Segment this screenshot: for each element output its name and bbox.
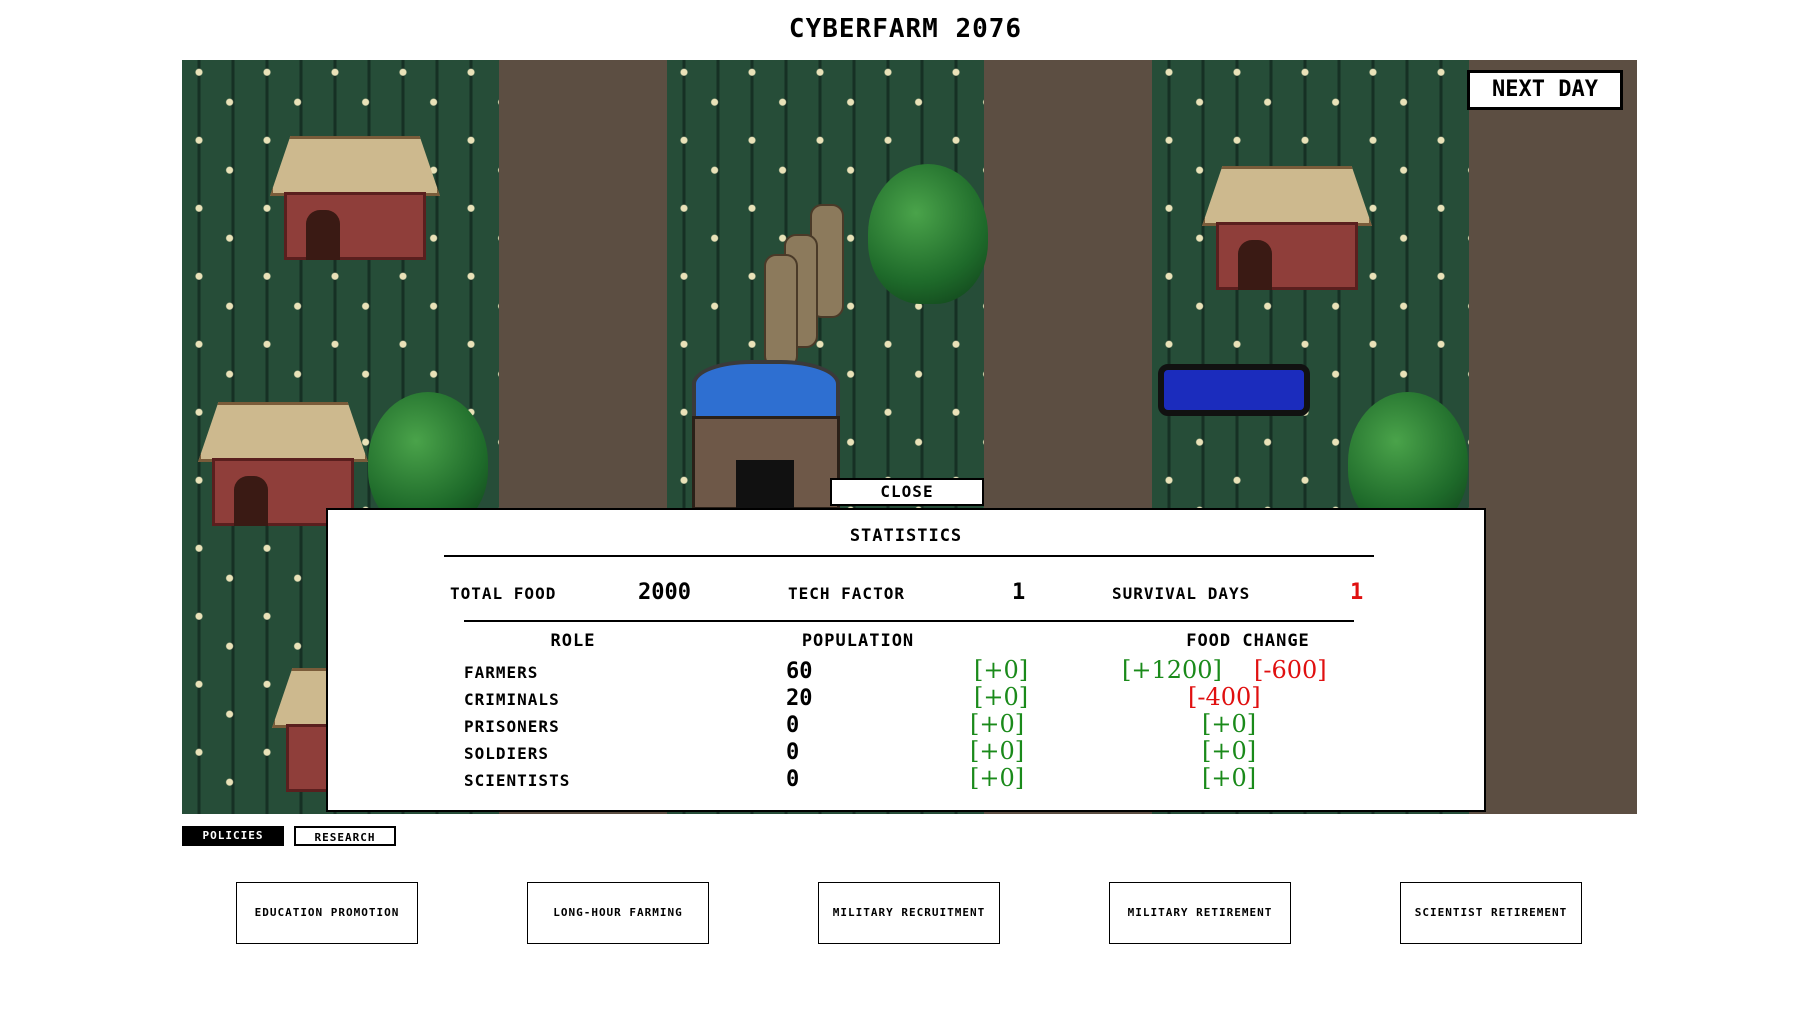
next-day-button[interactable]: NEXT DAY [1467,70,1623,110]
farmhouse-door [234,476,268,526]
population-scientists: 0 [786,767,800,792]
farmhouse-door [1238,240,1272,290]
divider [444,555,1374,557]
population-change-scientists: [+0] [970,764,1025,792]
policy-military-retirement-button[interactable]: MILITARY RETIREMENT [1109,882,1291,944]
tab-research[interactable]: RESEARCH [294,826,396,846]
close-button[interactable]: CLOSE [830,478,984,506]
food-gain-farmers: [+1200] [1122,656,1222,684]
total-food-label: TOTAL FOOD [450,584,557,603]
population-change-farmers: [+0] [974,656,1029,684]
farmhouse[interactable] [270,136,440,266]
total-food-value: 2000 [638,580,691,605]
policy-scientist-retirement-button[interactable]: SCIENTIST RETIREMENT [1400,882,1582,944]
farmhouse-roof [270,136,440,196]
role-criminals: CRIMINALS [464,690,560,709]
policy-long-hour-farming-button[interactable]: LONG-HOUR FARMING [527,882,709,944]
survival-days-value: 1 [1350,580,1364,605]
tech-factor-value: 1 [1012,580,1026,605]
game-title: CYBERFARM 2076 [788,14,1023,44]
food-change-header: FOOD CHANGE [1186,631,1310,651]
role-scientists: SCIENTISTS [464,771,571,790]
farmhouse-door [306,210,340,260]
food-gain-prisoners: [+0] [1202,710,1257,738]
role-header: ROLE [550,631,596,651]
survival-days-label: SURVIVAL DAYS [1112,584,1251,603]
log-pile[interactable] [764,204,854,368]
divider [464,620,1354,622]
population-prisoners: 0 [786,713,800,738]
statistics-panel: STATISTICS TOTAL FOOD 2000 TECH FACTOR 1… [326,508,1486,812]
role-prisoners: PRISONERS [464,717,560,736]
policy-education-promotion-button[interactable]: EDUCATION PROMOTION [236,882,418,944]
population-criminals: 20 [786,686,813,711]
tab-policies[interactable]: POLICIES [182,826,284,846]
log [764,254,798,368]
population-farmers: 60 [786,659,813,684]
research-lab[interactable] [692,360,840,510]
role-farmers: FARMERS [464,663,539,682]
policy-military-recruitment-button[interactable]: MILITARY RECRUITMENT [818,882,1000,944]
water-trough[interactable] [1158,364,1310,416]
farmhouse[interactable] [1202,166,1372,296]
lab-entrance [736,460,794,510]
food-gain-scientists: [+0] [1202,764,1257,792]
farmhouse-roof [198,402,368,462]
population-change-prisoners: [+0] [970,710,1025,738]
lab-roof [692,360,840,420]
tree [868,164,988,304]
population-change-criminals: [+0] [974,683,1029,711]
population-header: POPULATION [801,631,915,651]
statistics-title: STATISTICS [849,526,963,546]
food-loss-criminals: [-400] [1188,683,1261,711]
farmhouse-roof [1202,166,1372,226]
food-loss-farmers: [-600] [1254,656,1327,684]
population-change-soldiers: [+0] [970,737,1025,765]
tech-factor-label: TECH FACTOR [788,584,905,603]
food-gain-soldiers: [+0] [1202,737,1257,765]
role-soldiers: SOLDIERS [464,744,550,763]
population-soldiers: 0 [786,740,800,765]
